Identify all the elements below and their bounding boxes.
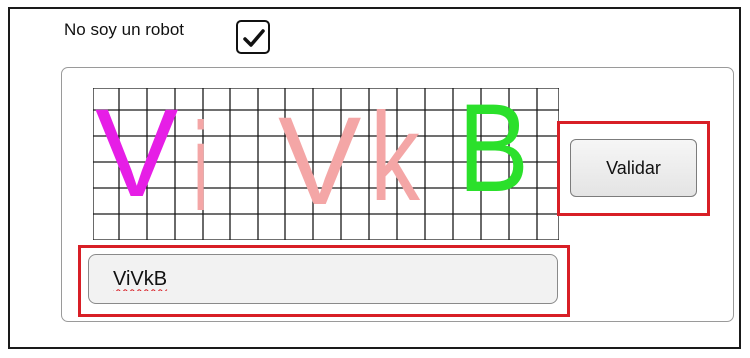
not-robot-checkbox[interactable] <box>236 20 270 54</box>
not-robot-label: No soy un robot <box>64 20 185 39</box>
captcha-character: B <box>458 88 529 218</box>
captcha-character: V <box>95 88 178 223</box>
captcha-input[interactable] <box>88 254 558 304</box>
checkmark-icon <box>243 29 265 47</box>
captcha-character: i <box>193 98 208 237</box>
captcha-character: V <box>278 92 361 231</box>
captcha-image: ViVkB <box>93 88 559 240</box>
validate-button[interactable]: Validar <box>570 139 697 197</box>
captcha-character: k <box>370 88 420 227</box>
